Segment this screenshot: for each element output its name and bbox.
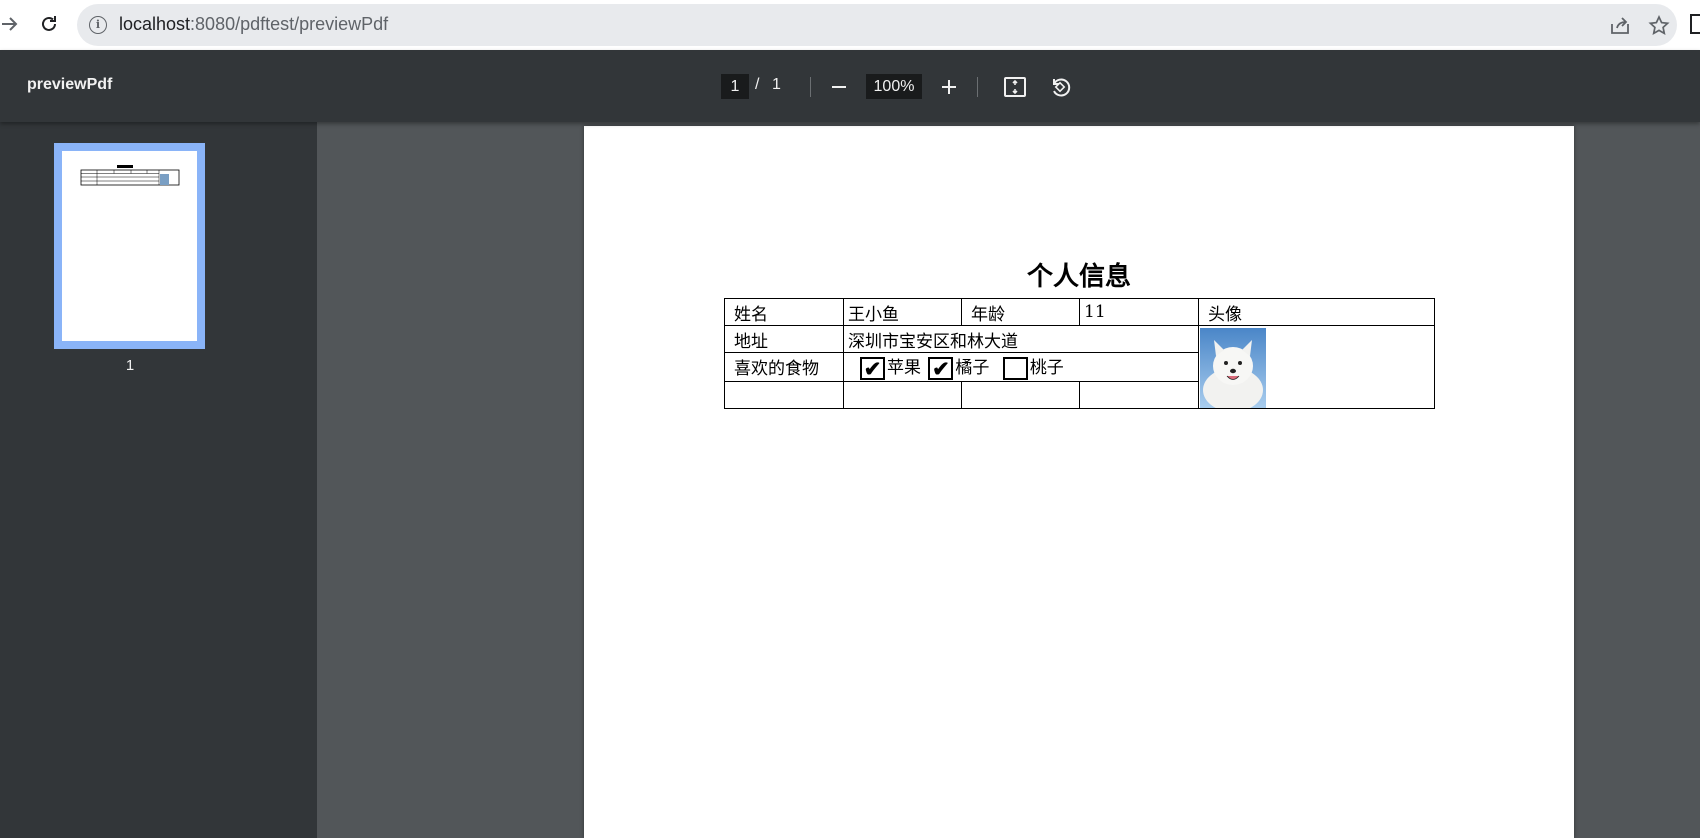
thumbnail-label: 1 [125, 357, 135, 374]
toolbar-divider [810, 77, 811, 97]
checkbox-peach[interactable] [1002, 357, 1028, 381]
page-thumbnail[interactable] [54, 143, 205, 349]
option-apple-label: 苹果 [887, 358, 921, 379]
avatar-cell [1198, 325, 1435, 409]
site-info-icon[interactable]: i [89, 16, 107, 34]
document-heading: 个人信息 [1026, 262, 1131, 292]
fit-to-page-button[interactable] [998, 70, 1032, 104]
empty-cell [1079, 380, 1199, 410]
zoom-input[interactable]: 100% [866, 74, 922, 99]
page-separator: / [755, 76, 760, 93]
empty-cell [961, 380, 1080, 410]
page-number-input[interactable]: 1 [721, 74, 749, 99]
checkbox-orange[interactable]: ✔ [928, 357, 954, 381]
pdf-toolbar: previewPdf 1 / 1 100% [0, 50, 1700, 122]
dog-photo [1200, 328, 1266, 408]
zoom-out-button[interactable] [822, 70, 856, 104]
age-label: 年龄 [961, 298, 1080, 326]
empty-cell [724, 380, 844, 410]
food-options: ✔ 苹果 ✔ 橘子 桃子 [843, 352, 1199, 382]
name-label: 姓名 [724, 298, 844, 326]
plus-icon [942, 80, 956, 94]
browser-bar: i localhost:8080/pdftest/previewPdf [0, 0, 1700, 50]
minus-icon [832, 86, 846, 88]
address-value: 深圳市宝安区和林大道 [843, 324, 1199, 354]
empty-cell [843, 380, 962, 410]
table-row: 姓名 王小鱼 年龄 11 头像 [724, 298, 1435, 326]
option-peach-label: 桃子 [1029, 358, 1064, 379]
zoom-in-button[interactable] [932, 70, 966, 104]
bookmark-star-icon[interactable] [1648, 14, 1670, 37]
food-label: 喜欢的食物 [724, 352, 844, 382]
option-orange-label: 橘子 [955, 358, 990, 379]
name-value: 王小鱼 [843, 298, 962, 326]
fit-page-icon [1004, 77, 1026, 97]
document-title: previewPdf [27, 76, 113, 93]
rotate-button[interactable] [1043, 70, 1077, 104]
forward-arrow-icon[interactable] [0, 10, 24, 38]
toolbar-divider [977, 77, 978, 97]
checkbox-apple[interactable]: ✔ [860, 357, 885, 381]
rotate-icon [1053, 78, 1071, 97]
table-row: 地址 深圳市宝安区和林大道 [724, 324, 1435, 409]
side-panel-icon[interactable] [1690, 14, 1700, 34]
share-icon[interactable] [1609, 15, 1631, 37]
age-value: 11 [1079, 298, 1199, 326]
info-table: 姓名 王小鱼 年龄 11 头像 地址 深圳市宝安区和林大道 喜欢的食物 ✔ 苹果… [724, 298, 1435, 410]
thumbnail-content [80, 165, 180, 186]
pdf-page: 个人信息 姓名 王小鱼 年龄 11 头像 地址 深圳市宝安区和林大道 喜欢的食物… [584, 126, 1574, 838]
address-label: 地址 [724, 324, 844, 354]
pdf-viewer[interactable]: 个人信息 姓名 王小鱼 年龄 11 头像 地址 深圳市宝安区和林大道 喜欢的食物… [317, 122, 1700, 838]
reload-icon[interactable] [35, 10, 63, 38]
thumbnail-sidebar: 1 [0, 122, 317, 838]
address-bar[interactable]: i localhost:8080/pdftest/previewPdf [77, 4, 1677, 46]
thumbnail-page [62, 151, 197, 341]
page-total: 1 [772, 76, 781, 93]
avatar-label: 头像 [1198, 298, 1435, 326]
url-text: localhost:8080/pdftest/previewPdf [119, 14, 389, 34]
